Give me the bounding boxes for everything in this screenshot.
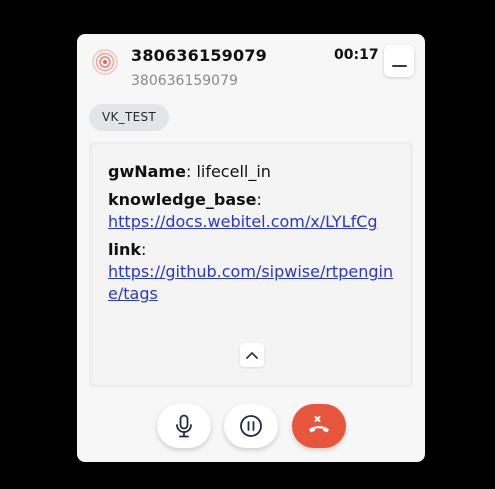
info-key-link: link — [108, 240, 141, 259]
chevron-up-icon — [246, 352, 258, 359]
mute-button[interactable] — [157, 404, 211, 448]
ringing-waves-icon — [91, 48, 119, 76]
collapse-button[interactable] — [240, 343, 264, 367]
end-call-button[interactable] — [292, 404, 346, 448]
caller-name: 380636159079 — [131, 46, 267, 65]
screen-background: 380636159079 380636159079 00:17 VK_TEST … — [0, 0, 495, 489]
info-separator: : — [256, 190, 262, 209]
hangup-icon — [309, 416, 329, 433]
hold-button[interactable] — [224, 404, 278, 448]
info-key-gwname: gwName — [108, 162, 186, 181]
caller-number: 380636159079 — [131, 73, 238, 89]
minimize-button[interactable] — [384, 45, 414, 77]
minimize-icon — [392, 65, 407, 67]
call-timer: 00:17 — [334, 47, 379, 63]
info-row-gwname: gwName: lifecell_in — [108, 161, 398, 183]
call-window: 380636159079 380636159079 00:17 VK_TEST … — [77, 34, 425, 462]
call-info-panel: gwName: lifecell_in knowledge_base: http… — [89, 142, 413, 387]
knowledge-base-link[interactable]: https://docs.webitel.com/x/LYLfCg — [108, 212, 378, 231]
info-separator: : — [141, 240, 147, 259]
github-link[interactable]: https://github.com/sipwise/rtpengine/tag… — [108, 262, 393, 303]
info-row-link: link: https://github.com/sipwise/rtpengi… — [108, 239, 398, 305]
call-info-content: gwName: lifecell_in knowledge_base: http… — [108, 161, 398, 311]
pause-icon — [240, 415, 262, 437]
tag-chip: VK_TEST — [89, 104, 170, 131]
microphone-icon — [176, 414, 192, 438]
info-value-gwname: lifecell_in — [196, 162, 271, 181]
info-separator: : — [185, 162, 197, 181]
info-row-knowledge-base: knowledge_base: https://docs.webitel.com… — [108, 189, 398, 233]
info-key-knowledge-base: knowledge_base — [108, 190, 257, 209]
